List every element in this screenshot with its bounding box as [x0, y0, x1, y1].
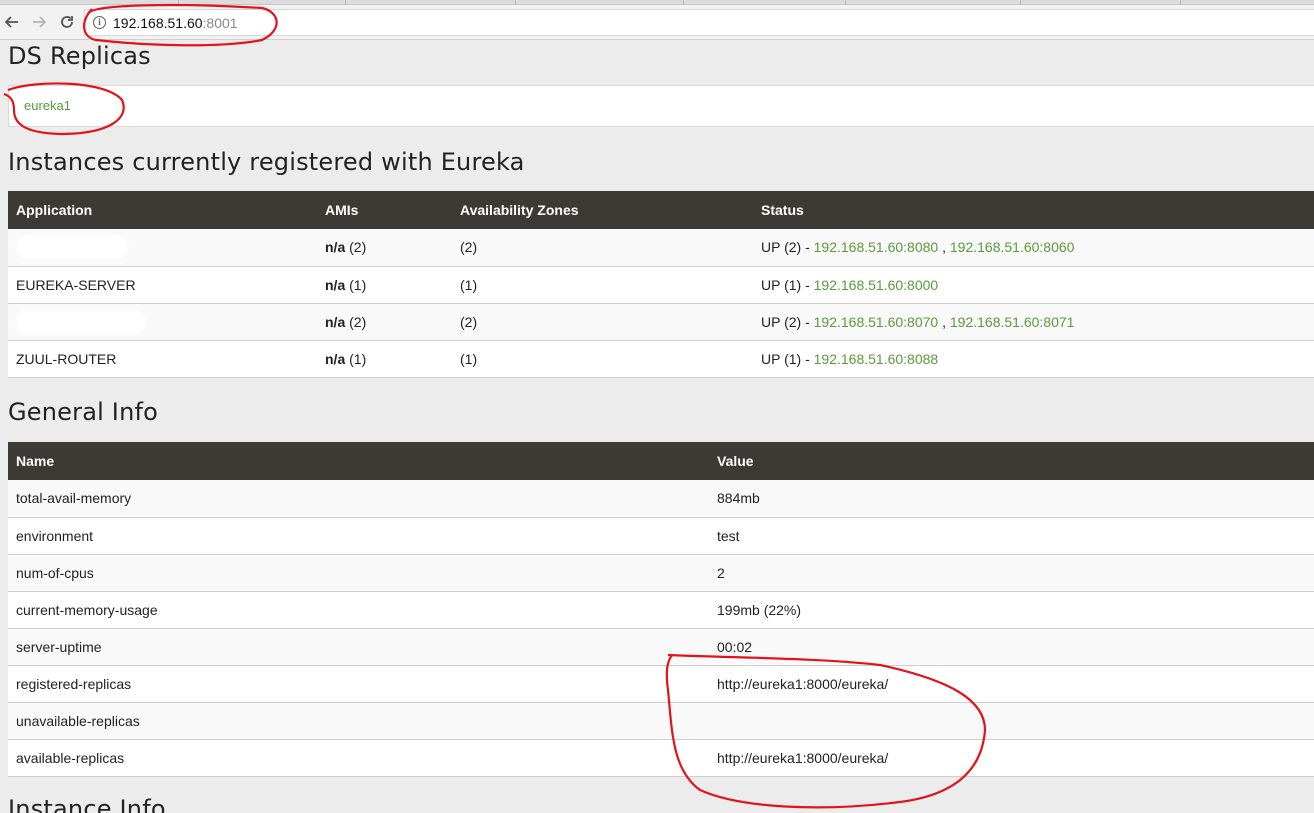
info-name: total-avail-memory: [8, 480, 709, 518]
column-header: AMIs: [317, 191, 452, 229]
info-name: registered-replicas: [8, 665, 709, 703]
redacted-application: [16, 309, 146, 334]
arrow-right-icon[interactable]: [27, 10, 51, 34]
table-row: n/a (2) (2) UP (2) - 192.168.51.60:8080 …: [8, 229, 1314, 267]
instance-link[interactable]: 192.168.51.60:8080: [814, 239, 939, 255]
info-name: server-uptime: [8, 628, 709, 666]
info-value: http://eureka1:8000/eureka/: [709, 665, 1314, 703]
general-info-title: General Info: [8, 398, 159, 426]
info-value: 199mb (22%): [709, 591, 1314, 629]
amis-cell: n/a (2): [317, 229, 452, 267]
info-value: 884mb: [709, 480, 1314, 518]
zones-cell: (1): [452, 266, 753, 304]
application-cell: [8, 229, 317, 267]
info-value: 00:02: [709, 628, 1314, 666]
info-name: num-of-cpus: [8, 554, 709, 592]
url-host: 192.168.51.60: [113, 14, 203, 31]
instances-table: Application AMIs Availability Zones Stat…: [8, 191, 1314, 378]
table-row: num-of-cpus 2: [8, 554, 1314, 592]
browser-toolbar: i 192.168.51.60:8001: [0, 5, 1314, 40]
url-port: :8001: [202, 14, 238, 31]
application-cell: EUREKA-SERVER: [8, 266, 317, 304]
replicas-list: eureka1: [8, 85, 1314, 127]
instances-title: Instances currently registered with Eure…: [8, 148, 525, 176]
info-icon[interactable]: i: [93, 16, 106, 29]
info-value: test: [709, 517, 1314, 555]
column-header: Name: [8, 442, 709, 480]
zones-cell: (2): [452, 303, 753, 341]
instance-link[interactable]: 192.168.51.60:8071: [950, 314, 1075, 330]
column-header: Availability Zones: [452, 191, 753, 229]
info-name: current-memory-usage: [8, 591, 709, 629]
instance-link[interactable]: 192.168.51.60:8088: [814, 351, 939, 367]
zones-cell: (1): [452, 340, 753, 378]
instance-link[interactable]: 192.168.51.60:8060: [950, 239, 1075, 255]
instance-info-title: Instance Info: [8, 795, 166, 813]
table-row: available-replicas http://eureka1:8000/eu…: [8, 739, 1314, 777]
info-name: environment: [8, 517, 709, 555]
table-row: registered-replicas http://eureka1:8000/e…: [8, 665, 1314, 703]
info-value: [709, 702, 1314, 740]
instance-link[interactable]: 192.168.51.60:8000: [814, 277, 939, 293]
application-cell: ZUUL-ROUTER: [8, 340, 317, 378]
column-header: Application: [8, 191, 317, 229]
table-row: server-uptime 00:02: [8, 628, 1314, 666]
table-row: total-avail-memory 884mb: [8, 480, 1314, 518]
redacted-application: [16, 235, 128, 260]
table-row: EUREKA-SERVER n/a (1) (1) UP (1) - 192.1…: [8, 266, 1314, 304]
table-row: n/a (2) (2) UP (2) - 192.168.51.60:8070 …: [8, 303, 1314, 341]
status-cell: UP (2) - 192.168.51.60:8080 , 192.168.51…: [753, 229, 1314, 267]
column-header: Value: [709, 442, 1314, 480]
table-header-row: Application AMIs Availability Zones Stat…: [8, 191, 1314, 229]
address-bar[interactable]: i 192.168.51.60:8001: [84, 9, 1314, 36]
arrow-left-icon[interactable]: [0, 10, 24, 34]
info-name: available-replicas: [8, 739, 709, 777]
info-name: unavailable-replicas: [8, 702, 709, 740]
table-row: environment test: [8, 517, 1314, 555]
reload-icon[interactable]: [55, 10, 79, 34]
info-value: http://eureka1:8000/eureka/: [709, 739, 1314, 777]
status-cell: UP (1) - 192.168.51.60:8088: [753, 340, 1314, 378]
table-header-row: Name Value: [8, 442, 1314, 480]
zones-cell: (2): [452, 229, 753, 267]
table-row: ZUUL-ROUTER n/a (1) (1) UP (1) - 192.168…: [8, 340, 1314, 378]
status-cell: UP (1) - 192.168.51.60:8000: [753, 266, 1314, 304]
table-row: unavailable-replicas: [8, 702, 1314, 740]
amis-cell: n/a (1): [317, 340, 452, 378]
amis-cell: n/a (2): [317, 303, 452, 341]
info-value: 2: [709, 554, 1314, 592]
replicas-title: DS Replicas: [8, 42, 151, 70]
replica-link[interactable]: eureka1: [24, 98, 71, 113]
general-info-table: Name Value total-avail-memory 884mb envir…: [8, 442, 1314, 777]
instance-link[interactable]: 192.168.51.60:8070: [814, 314, 939, 330]
application-cell: [8, 303, 317, 341]
table-row: current-memory-usage 199mb (22%): [8, 591, 1314, 629]
status-cell: UP (2) - 192.168.51.60:8070 , 192.168.51…: [753, 303, 1314, 341]
amis-cell: n/a (1): [317, 266, 452, 304]
column-header: Status: [753, 191, 1314, 229]
